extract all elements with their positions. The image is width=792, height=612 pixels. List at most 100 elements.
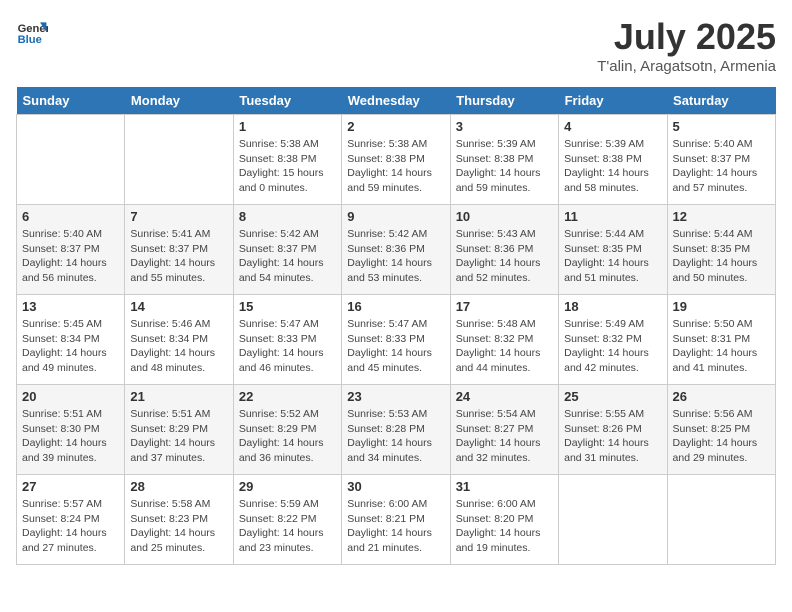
weekday-header: Friday <box>559 87 667 115</box>
day-number: 27 <box>22 479 119 494</box>
day-info: Sunrise: 5:57 AMSunset: 8:24 PMDaylight:… <box>22 497 119 556</box>
day-number: 14 <box>130 299 227 314</box>
day-number: 7 <box>130 209 227 224</box>
calendar-cell: 25 Sunrise: 5:55 AMSunset: 8:26 PMDayligh… <box>559 385 667 475</box>
calendar-cell: 6Sunrise: 5:40 AMSunset: 8:37 PMDaylight… <box>17 205 125 295</box>
weekday-header: Thursday <box>450 87 558 115</box>
day-info: Sunrise: 5:56 AMSunset: 8:25 PMDaylight:… <box>673 407 770 466</box>
day-info: Sunrise: 5:58 AMSunset: 8:23 PMDaylight:… <box>130 497 227 556</box>
calendar-cell: 10 Sunrise: 5:43 AMSunset: 8:36 PMDayligh… <box>450 205 558 295</box>
day-number: 25 <box>564 389 661 404</box>
title-area: July 2025 T'alin, Aragatsotn, Armenia <box>597 16 776 75</box>
day-info: Sunrise: 5:52 AMSunset: 8:29 PMDaylight:… <box>239 407 336 466</box>
day-number: 13 <box>22 299 119 314</box>
day-number: 9 <box>347 209 444 224</box>
day-info: Sunrise: 5:42 AMSunset: 8:37 PMDaylight:… <box>239 227 336 286</box>
day-info: Sunrise: 5:40 AMSunset: 8:37 PMDaylight:… <box>22 227 119 286</box>
calendar-cell: 27 Sunrise: 5:57 AMSunset: 8:24 PMDayligh… <box>17 475 125 565</box>
calendar-cell: 15 Sunrise: 5:47 AMSunset: 8:33 PMDayligh… <box>233 295 341 385</box>
day-info: Sunrise: 5:51 AMSunset: 8:30 PMDaylight:… <box>22 407 119 466</box>
day-info: Sunrise: 5:50 AMSunset: 8:31 PMDaylight:… <box>673 317 770 376</box>
day-number: 5 <box>673 119 770 134</box>
day-number: 16 <box>347 299 444 314</box>
calendar-cell: 21 Sunrise: 5:51 AMSunset: 8:29 PMDayligh… <box>125 385 233 475</box>
calendar-week-row: 27 Sunrise: 5:57 AMSunset: 8:24 PMDayligh… <box>17 475 776 565</box>
day-info: Sunrise: 5:44 AMSunset: 8:35 PMDaylight:… <box>564 227 661 286</box>
weekday-header: Tuesday <box>233 87 341 115</box>
day-info: Sunrise: 5:39 AMSunset: 8:38 PMDaylight:… <box>456 137 553 196</box>
day-info: Sunrise: 5:42 AMSunset: 8:36 PMDaylight:… <box>347 227 444 286</box>
day-info: Sunrise: 5:38 AMSunset: 8:38 PMDaylight:… <box>347 137 444 196</box>
calendar-cell: 22 Sunrise: 5:52 AMSunset: 8:29 PMDayligh… <box>233 385 341 475</box>
day-number: 10 <box>456 209 553 224</box>
day-number: 15 <box>239 299 336 314</box>
day-info: Sunrise: 6:00 AMSunset: 8:20 PMDaylight:… <box>456 497 553 556</box>
calendar-cell: 12Sunrise: 5:44 AMSunset: 8:35 PMDayligh… <box>667 205 775 295</box>
calendar-week-row: 6Sunrise: 5:40 AMSunset: 8:37 PMDaylight… <box>17 205 776 295</box>
day-info: Sunrise: 5:48 AMSunset: 8:32 PMDaylight:… <box>456 317 553 376</box>
day-info: Sunrise: 5:59 AMSunset: 8:22 PMDaylight:… <box>239 497 336 556</box>
calendar-cell: 2Sunrise: 5:38 AMSunset: 8:38 PMDaylight… <box>342 115 450 205</box>
day-info: Sunrise: 5:41 AMSunset: 8:37 PMDaylight:… <box>130 227 227 286</box>
calendar-cell <box>125 115 233 205</box>
calendar-cell: 24 Sunrise: 5:54 AMSunset: 8:27 PMDayligh… <box>450 385 558 475</box>
day-number: 21 <box>130 389 227 404</box>
calendar-table: SundayMondayTuesdayWednesdayThursdayFrid… <box>16 87 776 565</box>
day-info: Sunrise: 5:43 AMSunset: 8:36 PMDaylight:… <box>456 227 553 286</box>
day-number: 1 <box>239 119 336 134</box>
day-info: Sunrise: 5:47 AMSunset: 8:33 PMDaylight:… <box>239 317 336 376</box>
weekday-header-row: SundayMondayTuesdayWednesdayThursdayFrid… <box>17 87 776 115</box>
svg-text:Blue: Blue <box>18 34 42 46</box>
logo-icon: General Blue <box>16 16 48 48</box>
day-number: 22 <box>239 389 336 404</box>
calendar-cell: 29 Sunrise: 5:59 AMSunset: 8:22 PMDayligh… <box>233 475 341 565</box>
day-number: 24 <box>456 389 553 404</box>
calendar-cell: 3 Sunrise: 5:39 AMSunset: 8:38 PMDaylight… <box>450 115 558 205</box>
calendar-cell <box>667 475 775 565</box>
day-number: 11 <box>564 209 661 224</box>
day-number: 31 <box>456 479 553 494</box>
calendar-cell: 14 Sunrise: 5:46 AMSunset: 8:34 PMDayligh… <box>125 295 233 385</box>
day-number: 28 <box>130 479 227 494</box>
day-info: Sunrise: 5:44 AMSunset: 8:35 PMDaylight:… <box>673 227 770 286</box>
calendar-cell: 26 Sunrise: 5:56 AMSunset: 8:25 PMDayligh… <box>667 385 775 475</box>
calendar-cell: 20 Sunrise: 5:51 AMSunset: 8:30 PMDayligh… <box>17 385 125 475</box>
calendar-cell <box>559 475 667 565</box>
month-title: July 2025 <box>597 16 776 58</box>
calendar-cell: 8Sunrise: 5:42 AMSunset: 8:37 PMDaylight… <box>233 205 341 295</box>
page-header: General Blue July 2025 T'alin, Aragatsot… <box>16 16 776 75</box>
calendar-cell: 7 Sunrise: 5:41 AMSunset: 8:37 PMDaylight… <box>125 205 233 295</box>
calendar-cell: 18 Sunrise: 5:49 AMSunset: 8:32 PMDayligh… <box>559 295 667 385</box>
day-number: 30 <box>347 479 444 494</box>
day-number: 18 <box>564 299 661 314</box>
day-number: 19 <box>673 299 770 314</box>
day-info: Sunrise: 6:00 AMSunset: 8:21 PMDaylight:… <box>347 497 444 556</box>
location-title: T'alin, Aragatsotn, Armenia <box>597 58 776 75</box>
day-number: 3 <box>456 119 553 134</box>
calendar-cell <box>17 115 125 205</box>
day-info: Sunrise: 5:55 AMSunset: 8:26 PMDaylight:… <box>564 407 661 466</box>
day-info: Sunrise: 5:54 AMSunset: 8:27 PMDaylight:… <box>456 407 553 466</box>
calendar-cell: 31 Sunrise: 6:00 AMSunset: 8:20 PMDayligh… <box>450 475 558 565</box>
calendar-week-row: 13Sunrise: 5:45 AMSunset: 8:34 PMDayligh… <box>17 295 776 385</box>
day-info: Sunrise: 5:49 AMSunset: 8:32 PMDaylight:… <box>564 317 661 376</box>
day-info: Sunrise: 5:38 AMSunset: 8:38 PMDaylight:… <box>239 137 336 196</box>
calendar-cell: 9 Sunrise: 5:42 AMSunset: 8:36 PMDaylight… <box>342 205 450 295</box>
calendar-cell: 11 Sunrise: 5:44 AMSunset: 8:35 PMDayligh… <box>559 205 667 295</box>
calendar-cell: 19 Sunrise: 5:50 AMSunset: 8:31 PMDayligh… <box>667 295 775 385</box>
calendar-cell: 28 Sunrise: 5:58 AMSunset: 8:23 PMDayligh… <box>125 475 233 565</box>
day-number: 23 <box>347 389 444 404</box>
calendar-cell: 17 Sunrise: 5:48 AMSunset: 8:32 PMDayligh… <box>450 295 558 385</box>
day-number: 17 <box>456 299 553 314</box>
weekday-header: Saturday <box>667 87 775 115</box>
calendar-cell: 30 Sunrise: 6:00 AMSunset: 8:21 PMDayligh… <box>342 475 450 565</box>
day-number: 4 <box>564 119 661 134</box>
day-info: Sunrise: 5:46 AMSunset: 8:34 PMDaylight:… <box>130 317 227 376</box>
day-number: 26 <box>673 389 770 404</box>
calendar-cell: 13Sunrise: 5:45 AMSunset: 8:34 PMDayligh… <box>17 295 125 385</box>
day-number: 20 <box>22 389 119 404</box>
calendar-cell: 4Sunrise: 5:39 AMSunset: 8:38 PMDaylight… <box>559 115 667 205</box>
day-info: Sunrise: 5:51 AMSunset: 8:29 PMDaylight:… <box>130 407 227 466</box>
calendar-week-row: 1 Sunrise: 5:38 AMSunset: 8:38 PMDaylight… <box>17 115 776 205</box>
day-number: 29 <box>239 479 336 494</box>
